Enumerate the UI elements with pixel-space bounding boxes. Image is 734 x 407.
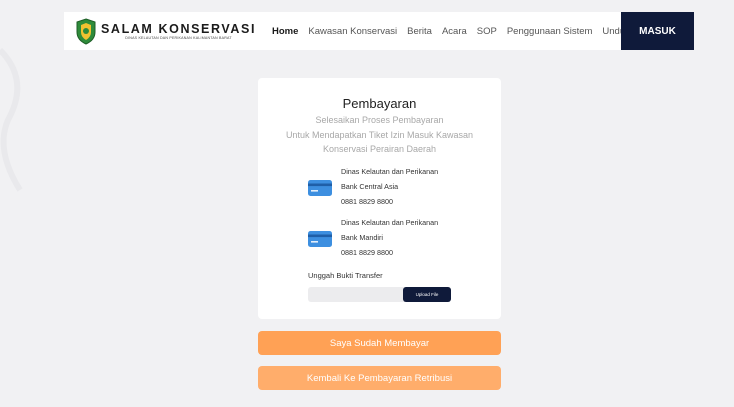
nav-item-kawasan-konservasi[interactable]: Kawasan Konservasi <box>308 26 397 37</box>
page-title: Pembayaran <box>342 96 417 111</box>
subtitle-line: Selesaikan Proses Pembayaran <box>315 115 444 125</box>
bank-details: Dinas Kelautan dan Perikanan Bank Centra… <box>341 164 438 209</box>
upload-file-button[interactable]: Upload File <box>403 287 451 302</box>
background-decoration <box>0 47 23 192</box>
payment-card: Pembayaran Selesaikan Proses Pembayaran … <box>258 78 501 319</box>
account-name: Dinas Kelautan dan Perikanan <box>341 218 439 227</box>
subtitle-line: Konservasi Perairan Daerah <box>322 144 437 154</box>
credit-card-icon <box>308 231 332 247</box>
login-button[interactable]: MASUK <box>621 12 694 50</box>
payment-subtitle: Selesaikan Proses Pembayaran Untuk Menda… <box>248 113 511 157</box>
navbar: SALAM KONSERVASI DINAS KELAUTAN DAN PERI… <box>64 12 694 50</box>
nav-item-penggunaan-sistem[interactable]: Penggunaan Sistem <box>507 26 593 37</box>
account-number: 0881 8829 8800 <box>341 248 393 257</box>
paid-button[interactable]: Saya Sudah Membayar <box>258 331 501 355</box>
upload-field[interactable]: Upload File <box>308 287 451 302</box>
upload-label: Unggah Bukti Transfer <box>308 271 383 280</box>
nav-item-sop[interactable]: SOP <box>477 26 497 37</box>
bank-details: Dinas Kelautan dan Perikanan Bank Mandir… <box>341 215 438 260</box>
back-to-retribution-button[interactable]: Kembali Ke Pembayaran Retribusi <box>258 366 501 390</box>
account-number: 0881 8829 8800 <box>341 197 393 206</box>
bank-account-mandiri: Dinas Kelautan dan Perikanan Bank Mandir… <box>308 215 498 257</box>
bank-name: Bank Central Asia <box>341 182 399 191</box>
emblem-icon <box>76 17 96 45</box>
page: { "brand": { "title": "SALAM KONSERVASI"… <box>0 0 734 407</box>
brand-logo[interactable]: SALAM KONSERVASI DINAS KELAUTAN DAN PERI… <box>75 15 256 47</box>
nav-item-home[interactable]: Home <box>272 26 298 37</box>
bank-name: Bank Mandiri <box>341 233 383 242</box>
bank-account-bca: Dinas Kelautan dan Perikanan Bank Centra… <box>308 164 498 206</box>
subtitle-line: Untuk Mendapatkan Tiket Izin Masuk Kawas… <box>285 129 474 140</box>
brand-subtitle: DINAS KELAUTAN DAN PERIKANAN KALIMANTAN … <box>125 35 232 40</box>
nav-menu: Home Kawasan Konservasi Berita Acara SOP… <box>272 12 640 50</box>
brand-title: SALAM KONSERVASI <box>101 21 257 36</box>
credit-card-icon <box>308 180 332 196</box>
nav-item-acara[interactable]: Acara <box>442 26 467 37</box>
account-name: Dinas Kelautan dan Perikanan <box>341 167 439 176</box>
nav-item-berita[interactable]: Berita <box>407 26 432 37</box>
